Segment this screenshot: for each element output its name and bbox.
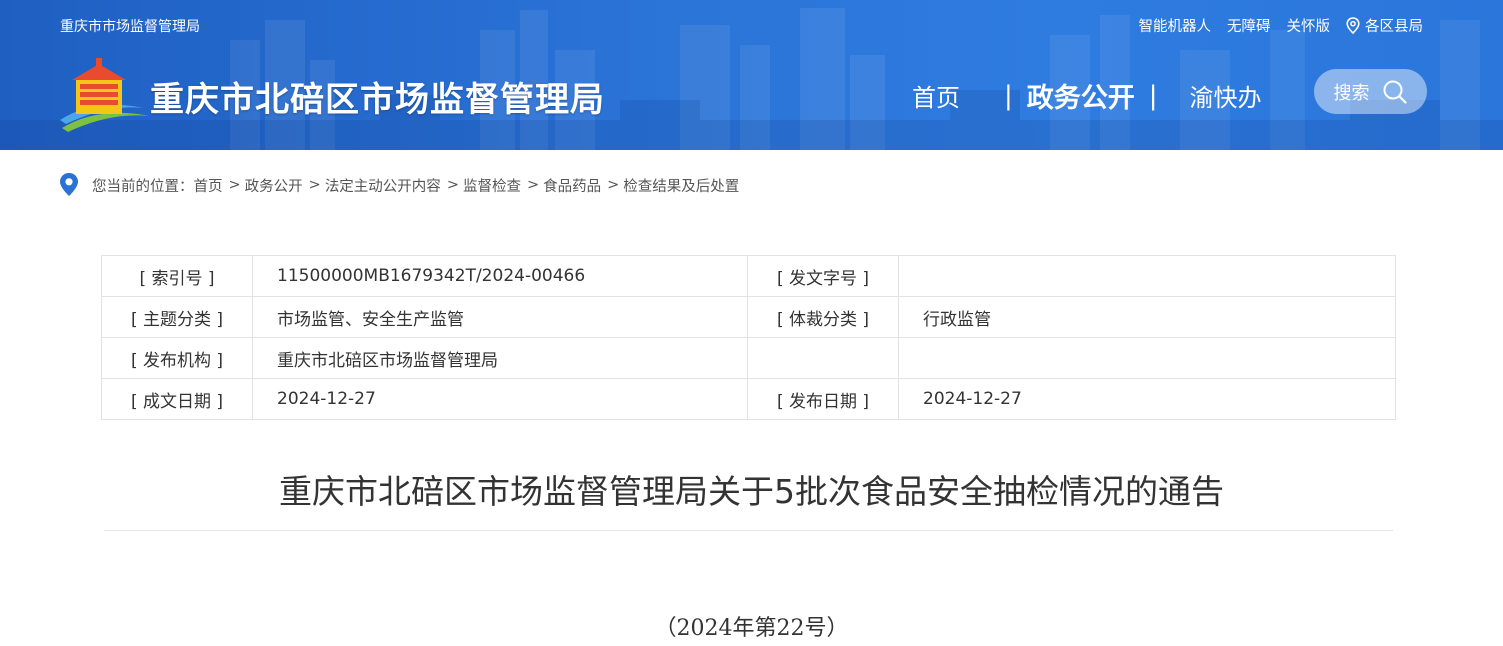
search-button[interactable]: 搜索	[1314, 69, 1427, 114]
genre-category-value: 行政监管	[898, 296, 1396, 338]
breadcrumb-separator: >	[446, 177, 459, 193]
breadcrumb-separator: >	[607, 177, 620, 193]
nav-separator: |	[1004, 80, 1013, 111]
doc-number-value	[898, 255, 1396, 297]
subject-category-label: [ 主题分类 ]	[101, 296, 253, 338]
smart-robot-link[interactable]: 智能机器人	[1139, 15, 1212, 36]
document-number: （2024年第22号）	[654, 616, 849, 641]
index-number-value: 11500000MB1679342T/2024-00466	[252, 255, 748, 297]
article-title: 重庆市北碚区市场监督管理局关于5批次食品安全抽检情况的通告	[279, 472, 1224, 511]
breadcrumb-separator: >	[308, 177, 321, 193]
document-metadata-table: [ 索引号 ] 11500000MB1679342T/2024-00466 [ …	[101, 255, 1396, 420]
publisher-label: [ 发布机构 ]	[101, 337, 253, 379]
site-title: 重庆市北碚区市场监督管理局	[150, 80, 605, 120]
breadcrumb-home[interactable]: 首页	[194, 175, 223, 196]
nav-yukuaiban[interactable]: 渝快办	[1190, 78, 1262, 113]
bureau-logo-icon	[60, 58, 150, 132]
index-number-label: [ 索引号 ]	[101, 255, 253, 297]
main-nav: 首页 | 政务公开 | 渝快办	[912, 76, 1262, 115]
site-header: 重庆市市场监督管理局 智能机器人 无障碍 关怀版 各区县局 重庆市北碚区市场监督…	[0, 0, 1503, 150]
search-icon	[1383, 80, 1407, 104]
subject-category-value: 市场监管、安全生产监管	[252, 296, 748, 338]
district-bureaus-label: 各区县局	[1365, 19, 1423, 35]
top-utility-links: 智能机器人 无障碍 关怀版 各区县局	[1139, 15, 1423, 36]
accessibility-link[interactable]: 无障碍	[1227, 15, 1271, 36]
search-button-label: 搜索	[1333, 82, 1370, 104]
breadcrumb-results[interactable]: 检查结果及后处置	[623, 175, 739, 196]
parent-org-link[interactable]: 重庆市市场监督管理局	[60, 16, 200, 36]
nav-home[interactable]: 首页	[912, 78, 960, 113]
doc-number-label: [ 发文字号 ]	[747, 255, 899, 297]
table-row: [ 索引号 ] 11500000MB1679342T/2024-00466 [ …	[101, 255, 1396, 297]
publish-date-label: [ 发布日期 ]	[747, 378, 899, 420]
breadcrumb-food-drug[interactable]: 食品药品	[543, 175, 601, 196]
breadcrumb-supervision[interactable]: 监督检查	[463, 175, 521, 196]
publisher-value: 重庆市北碚区市场监督管理局	[252, 337, 748, 379]
publish-date-value: 2024-12-27	[898, 378, 1396, 420]
care-version-link[interactable]: 关怀版	[1287, 15, 1331, 36]
empty-label-cell	[747, 337, 899, 379]
district-bureaus-link[interactable]: 各区县局	[1346, 15, 1423, 36]
table-row: [ 发布机构 ] 重庆市北碚区市场监督管理局	[101, 337, 1396, 379]
nav-separator: |	[1148, 80, 1158, 111]
location-marker-icon	[60, 173, 78, 196]
location-pin-icon	[1346, 17, 1360, 34]
table-row: [ 成文日期 ] 2024-12-27 [ 发布日期 ] 2024-12-27	[101, 378, 1396, 420]
breadcrumb-prefix: 您当前的位置：	[92, 178, 194, 195]
written-date-value: 2024-12-27	[252, 378, 748, 420]
breadcrumb-separator: >	[228, 177, 241, 193]
table-row: [ 主题分类 ] 市场监管、安全生产监管 [ 体裁分类 ] 行政监管	[101, 296, 1396, 338]
empty-value-cell	[898, 337, 1396, 379]
breadcrumb-separator: >	[526, 177, 540, 193]
breadcrumb-gov-open[interactable]: 政务公开	[245, 175, 303, 196]
title-divider	[104, 530, 1393, 531]
nav-gov-open[interactable]: 政务公开	[1027, 76, 1135, 115]
written-date-label: [ 成文日期 ]	[101, 378, 253, 420]
breadcrumb: 您当前的位置： 首页 > 政务公开 > 法定主动公开内容 > 监督检查 > 食品…	[58, 172, 739, 198]
genre-category-label: [ 体裁分类 ]	[747, 296, 899, 338]
breadcrumb-statutory-disclosure[interactable]: 法定主动公开内容	[325, 175, 441, 196]
